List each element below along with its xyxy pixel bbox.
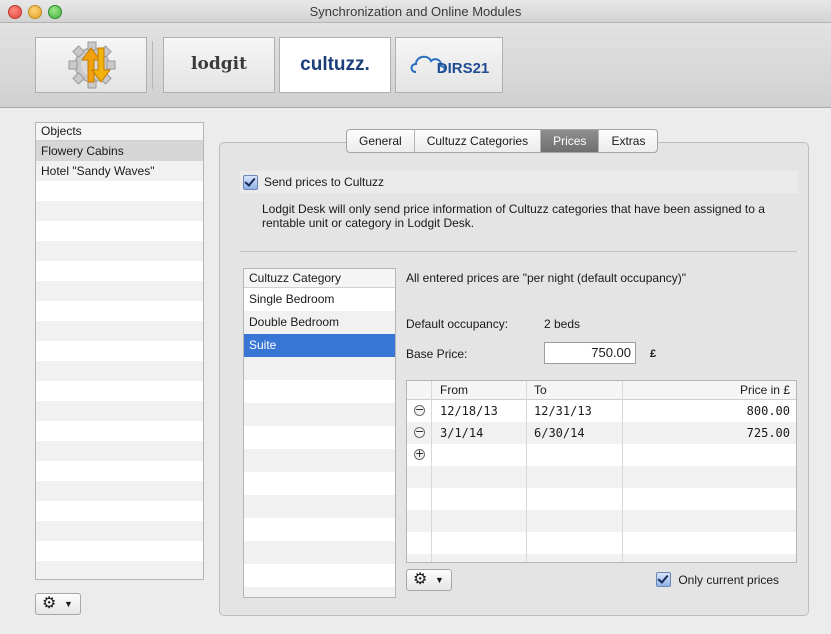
category-header: Cultuzz Category xyxy=(244,269,395,288)
list-item-selected[interactable]: Suite xyxy=(244,334,395,357)
send-prices-label[interactable]: Send prices to Cultuzz xyxy=(264,175,384,189)
only-current-prices-checkbox[interactable] xyxy=(656,572,671,588)
prices-note: All entered prices are "per night (defau… xyxy=(406,271,687,285)
price-table-header: From To Price in £ xyxy=(407,381,796,400)
lodgit-button[interactable]: lodgit xyxy=(163,37,275,93)
tab-cultuzz-categories[interactable]: Cultuzz Categories xyxy=(415,130,542,152)
list-item[interactable]: Single Bedroom xyxy=(244,288,395,311)
only-current-prices-row: Only current prices xyxy=(656,572,779,588)
objects-action-button[interactable]: ⚙ ▼ xyxy=(35,593,81,615)
add-row-button[interactable]: + xyxy=(414,447,425,460)
occupancy-value: 2 beds xyxy=(544,317,581,331)
row-price[interactable]: 800.00 xyxy=(747,400,790,422)
table-row-add[interactable]: + xyxy=(407,444,796,466)
only-current-prices-label[interactable]: Only current prices xyxy=(678,573,779,587)
send-prices-row: Send prices to Cultuzz xyxy=(240,171,798,193)
gear-icon: ⚙ xyxy=(413,571,428,588)
table-row[interactable]: − 12/18/13 12/31/13 800.00 xyxy=(407,400,796,422)
row-to[interactable]: 6/30/14 xyxy=(534,422,585,444)
row-price[interactable]: 725.00 xyxy=(747,422,790,444)
occupancy-label: Default occupancy: xyxy=(406,317,509,331)
list-item[interactable]: Hotel "Sandy Waves" xyxy=(36,161,203,181)
chevron-down-icon: ▼ xyxy=(435,575,444,585)
title-bar: Synchronization and Online Modules xyxy=(0,0,831,23)
tab-general[interactable]: General xyxy=(347,130,415,152)
send-prices-checkbox[interactable] xyxy=(243,175,258,190)
toolbar: lodgit cultuzz. DIRS21 xyxy=(0,23,831,108)
cultuzz-logo: cultuzz. xyxy=(300,54,370,75)
row-from[interactable]: 3/1/14 xyxy=(440,422,483,444)
lodgit-logo: lodgit xyxy=(191,54,247,74)
table-row[interactable]: − 3/1/14 6/30/14 725.00 xyxy=(407,422,796,444)
sync-button[interactable] xyxy=(35,37,147,93)
window-title: Synchronization and Online Modules xyxy=(309,4,522,19)
gear-icon: ⚙ xyxy=(42,595,57,612)
category-rows: Single Bedroom Double Bedroom Suite xyxy=(244,288,395,597)
tab-prices[interactable]: Prices xyxy=(541,130,600,152)
objects-header: Objects xyxy=(36,123,203,141)
row-to[interactable]: 12/31/13 xyxy=(534,400,592,422)
currency-label: £ xyxy=(650,348,657,360)
dirs21-logo: DIRS21 xyxy=(436,60,490,77)
base-price-label: Base Price: xyxy=(406,347,468,361)
chevron-down-icon: ▼ xyxy=(64,599,73,609)
list-item[interactable]: Double Bedroom xyxy=(244,311,395,334)
objects-rows: Flowery Cabins Hotel "Sandy Waves" xyxy=(36,141,203,579)
list-item[interactable]: Flowery Cabins xyxy=(36,141,203,161)
tab-bar: General Cultuzz Categories Prices Extras xyxy=(346,129,659,153)
base-price-input[interactable]: 750.00 xyxy=(544,342,636,364)
row-from[interactable]: 12/18/13 xyxy=(440,400,498,422)
toolbar-separator xyxy=(152,41,153,89)
tab-extras[interactable]: Extras xyxy=(599,130,657,152)
objects-list[interactable]: Objects Flowery Cabins Hotel "Sandy Wave… xyxy=(35,122,204,580)
column-to[interactable]: To xyxy=(534,381,547,399)
remove-row-button[interactable]: − xyxy=(414,425,425,438)
price-table[interactable]: From To Price in £ − 12/18/13 12/31/13 8… xyxy=(406,380,797,563)
send-prices-description: Lodgit Desk will only send price informa… xyxy=(262,202,765,230)
cultuzz-category-list[interactable]: Cultuzz Category Single Bedroom Double B… xyxy=(243,268,396,598)
cultuzz-button[interactable]: cultuzz. xyxy=(279,37,391,93)
divider xyxy=(240,251,797,252)
dirs21-button[interactable]: DIRS21 xyxy=(395,37,503,93)
remove-row-button[interactable]: − xyxy=(414,403,425,416)
column-price[interactable]: Price in £ xyxy=(740,381,790,399)
column-from[interactable]: From xyxy=(440,381,468,399)
sync-arrows-gear-icon xyxy=(68,41,116,89)
prices-action-button[interactable]: ⚙ ▼ xyxy=(406,569,452,591)
